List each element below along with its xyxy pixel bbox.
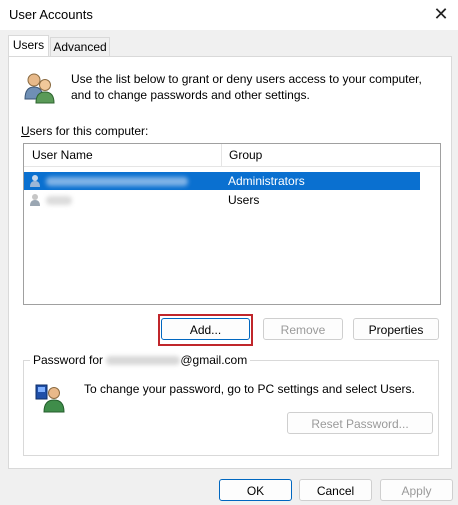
user-name-redacted [46,177,188,186]
properties-button-label: Properties [368,323,424,337]
reset-password-label: Reset Password... [311,417,409,431]
intro-text: Use the list below to grant or deny user… [71,72,422,102]
password-group: Password for @gmail.com To change your p… [23,353,439,456]
column-user-name[interactable]: User Name [32,148,93,162]
password-legend-prefix: Password for [33,353,107,367]
cancel-button-label: Cancel [316,484,355,498]
users-list[interactable]: User Name Group Administrators Users [23,143,441,305]
dialog-footer: OK Cancel Apply [0,468,458,505]
column-divider[interactable] [221,144,222,166]
reset-password-button[interactable]: Reset Password... [287,412,433,434]
email-redacted [106,356,181,366]
highlight-outline [158,314,253,346]
apply-button-label: Apply [401,484,432,498]
user-name-redacted [46,196,72,205]
title-bar: User Accounts ✕ [0,0,458,30]
tab-users[interactable]: Users [8,35,49,57]
ok-button[interactable]: OK [219,479,292,501]
user-icon [30,194,40,206]
group-cell: Administrators [228,174,305,188]
window-title: User Accounts [9,7,93,22]
apply-button[interactable]: Apply [380,479,453,501]
table-row[interactable]: Administrators [24,172,420,190]
remove-button[interactable]: Remove [263,318,343,340]
user-key-icon [35,384,65,413]
users-list-label-accel: U [21,124,30,138]
remove-button-label: Remove [280,323,326,337]
ok-button-label: OK [246,484,265,498]
properties-button[interactable]: Properties [353,318,439,340]
users-tab-panel: Use the list below to grant or deny user… [8,56,452,469]
cancel-button[interactable]: Cancel [299,479,372,501]
users-group-icon [24,73,55,104]
password-legend-suffix: @gmail.com [180,353,248,367]
users-list-label: Users for this computer: [21,124,148,138]
users-list-label-text: sers for this computer: [29,124,149,138]
group-cell: Users [228,193,260,207]
user-icon [30,175,40,187]
password-instructions: To change your password, go to PC settin… [84,382,415,396]
column-group[interactable]: Group [229,148,262,162]
tab-advanced[interactable]: Advanced [50,37,110,57]
password-group-legend: Password for @gmail.com [30,353,251,367]
close-icon[interactable]: ✕ [424,0,458,30]
list-header: User Name Group [24,144,440,167]
table-row[interactable]: Users [24,191,420,209]
